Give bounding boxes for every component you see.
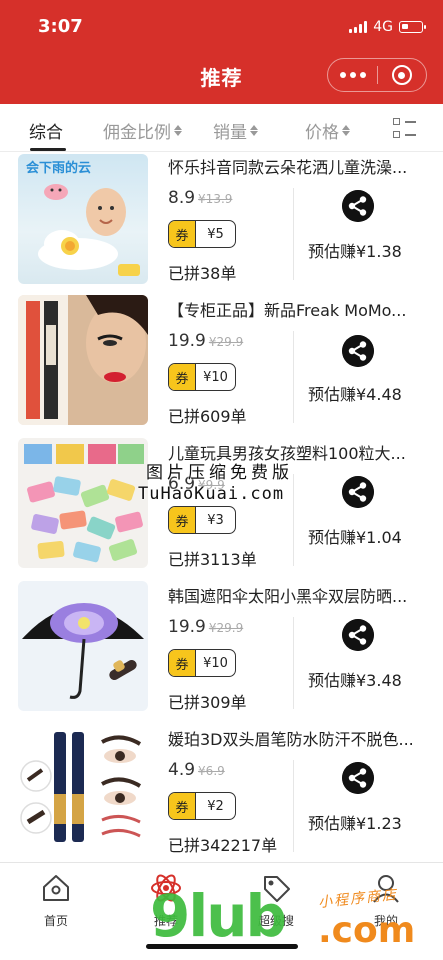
active-sort-indicator bbox=[30, 148, 66, 151]
product-price: 19.9 ¥29.9 bbox=[168, 331, 243, 351]
product-title[interactable]: 【专柜正品】新品Freak MoMo... bbox=[168, 297, 420, 321]
brand-watermark-logo: 9lub bbox=[150, 882, 287, 950]
product-price: 19.9 ¥29.9 bbox=[168, 617, 243, 637]
share-icon[interactable] bbox=[342, 619, 374, 651]
sold-count: 已拼342217单 bbox=[168, 836, 278, 855]
estimated-earning: 预估赚¥1.38 bbox=[308, 242, 402, 261]
share-icon[interactable] bbox=[342, 335, 374, 367]
product-price: 8.9 ¥13.9 bbox=[168, 188, 232, 208]
divider bbox=[293, 760, 294, 852]
product-image[interactable] bbox=[18, 295, 148, 425]
sort-arrows-icon bbox=[250, 125, 258, 136]
coupon-badge[interactable]: 券 ¥3 bbox=[168, 506, 236, 534]
share-icon[interactable] bbox=[342, 762, 374, 794]
original-price: ¥6.9 bbox=[198, 764, 225, 778]
product-image[interactable]: 会下雨的云 bbox=[18, 154, 148, 284]
tab-label: 首页 bbox=[43, 914, 68, 928]
coupon-badge[interactable]: 券 ¥2 bbox=[168, 792, 236, 820]
current-price: 8.9 bbox=[168, 188, 196, 208]
coupon-tag: 券 bbox=[169, 793, 196, 819]
coupon-badge[interactable]: 券 ¥10 bbox=[168, 649, 236, 677]
estimated-earning: 预估赚¥1.23 bbox=[308, 814, 402, 833]
target-icon bbox=[391, 65, 412, 85]
home-icon bbox=[43, 875, 69, 901]
watermark-url: TuHaoKuai.com bbox=[138, 484, 285, 504]
current-price: 19.9 bbox=[168, 617, 206, 637]
sold-count: 已拼609单 bbox=[168, 407, 247, 426]
tab-home[interactable]: 首页 bbox=[16, 871, 96, 929]
network-label: 4G bbox=[373, 19, 393, 35]
original-price: ¥13.9 bbox=[198, 192, 233, 206]
divider bbox=[293, 474, 294, 566]
brand-watermark-domain: .com bbox=[318, 910, 416, 951]
coupon-tag: 券 bbox=[169, 507, 196, 533]
coupon-tag: 券 bbox=[169, 364, 196, 390]
product-price: 4.9 ¥6.9 bbox=[168, 760, 225, 780]
layout-toggle-icon[interactable] bbox=[393, 118, 417, 140]
sort-price[interactable]: 价格 bbox=[305, 118, 350, 143]
coupon-tag: 券 bbox=[169, 221, 196, 247]
original-price: ¥29.9 bbox=[208, 335, 244, 349]
coupon-value: ¥10 bbox=[203, 655, 228, 671]
more-button[interactable] bbox=[328, 59, 377, 91]
sort-commission[interactable]: 佣金比例 bbox=[103, 118, 182, 143]
sort-label: 佣金比例 bbox=[103, 123, 171, 143]
product-image[interactable] bbox=[18, 581, 148, 711]
product-image-text: 会下雨的云 bbox=[26, 160, 91, 176]
sort-label: 销量 bbox=[213, 123, 247, 143]
sort-arrows-icon bbox=[342, 125, 350, 136]
product-title[interactable]: 怀乐抖音同款云朵花洒儿童洗澡... bbox=[168, 154, 420, 178]
miniprogram-capsule bbox=[327, 58, 427, 92]
product-image[interactable] bbox=[18, 438, 148, 568]
home-indicator bbox=[146, 944, 298, 949]
sort-bar: 综合 佣金比例 销量 价格 bbox=[0, 104, 443, 152]
coupon-tag: 券 bbox=[169, 650, 196, 676]
share-icon[interactable] bbox=[342, 190, 374, 222]
current-price: 4.9 bbox=[168, 760, 196, 780]
sort-comprehensive[interactable]: 综合 bbox=[29, 118, 63, 143]
product-item[interactable]: 媛珀3D双头眉笔防水防汗不脱色... 4.9 ¥6.9 券 ¥2 已拼342217… bbox=[0, 724, 443, 862]
share-icon[interactable] bbox=[342, 476, 374, 508]
close-miniprogram-button[interactable] bbox=[378, 65, 426, 85]
product-item[interactable]: 【专柜正品】新品Freak MoMo... 19.9 ¥29.9 券 ¥10 已拼… bbox=[0, 295, 443, 439]
coupon-value: ¥5 bbox=[207, 226, 224, 242]
coupon-badge[interactable]: 券 ¥10 bbox=[168, 363, 236, 391]
sort-sales[interactable]: 销量 bbox=[213, 118, 258, 143]
coupon-value: ¥3 bbox=[207, 512, 224, 528]
sold-count: 已拼38单 bbox=[168, 264, 237, 283]
estimated-earning: 预估赚¥3.48 bbox=[308, 671, 402, 690]
divider bbox=[293, 188, 294, 280]
product-image[interactable] bbox=[18, 724, 148, 854]
current-price: 19.9 bbox=[168, 331, 206, 351]
product-list: 会下雨的云 怀乐抖音同款云朵花洒儿童洗澡... 8.9 ¥13.9 券 ¥5 已拼… bbox=[0, 152, 443, 862]
divider bbox=[293, 617, 294, 709]
watermark-text: 图片压缩免费版 bbox=[146, 463, 293, 483]
status-indicators: 4G bbox=[349, 19, 426, 35]
status-time: 3:07 bbox=[38, 16, 83, 37]
product-item[interactable]: 韩国遮阳伞太阳小黑伞双层防晒... 19.9 ¥29.9 券 ¥10 已拼309单… bbox=[0, 581, 443, 725]
app-header: 3:07 4G 推荐 bbox=[0, 0, 443, 104]
coupon-value: ¥10 bbox=[203, 369, 228, 385]
sold-count: 已拼309单 bbox=[168, 693, 247, 712]
estimated-earning: 预估赚¥4.48 bbox=[308, 385, 402, 404]
original-price: ¥29.9 bbox=[208, 621, 244, 635]
sort-label: 综合 bbox=[29, 123, 63, 143]
product-item[interactable]: 会下雨的云 怀乐抖音同款云朵花洒儿童洗澡... 8.9 ¥13.9 券 ¥5 已拼… bbox=[0, 152, 443, 296]
sort-label: 价格 bbox=[305, 123, 339, 143]
coupon-badge[interactable]: 券 ¥5 bbox=[168, 220, 236, 248]
battery-icon bbox=[399, 21, 426, 33]
sort-arrows-icon bbox=[174, 125, 182, 136]
product-title[interactable]: 媛珀3D双头眉笔防水防汗不脱色... bbox=[168, 726, 420, 750]
product-title[interactable]: 韩国遮阳伞太阳小黑伞双层防晒... bbox=[168, 583, 420, 607]
divider bbox=[293, 331, 294, 423]
sold-count: 已拼3113单 bbox=[168, 550, 257, 569]
coupon-value: ¥2 bbox=[207, 798, 224, 814]
estimated-earning: 预估赚¥1.04 bbox=[308, 528, 402, 547]
signal-icon bbox=[349, 21, 368, 33]
